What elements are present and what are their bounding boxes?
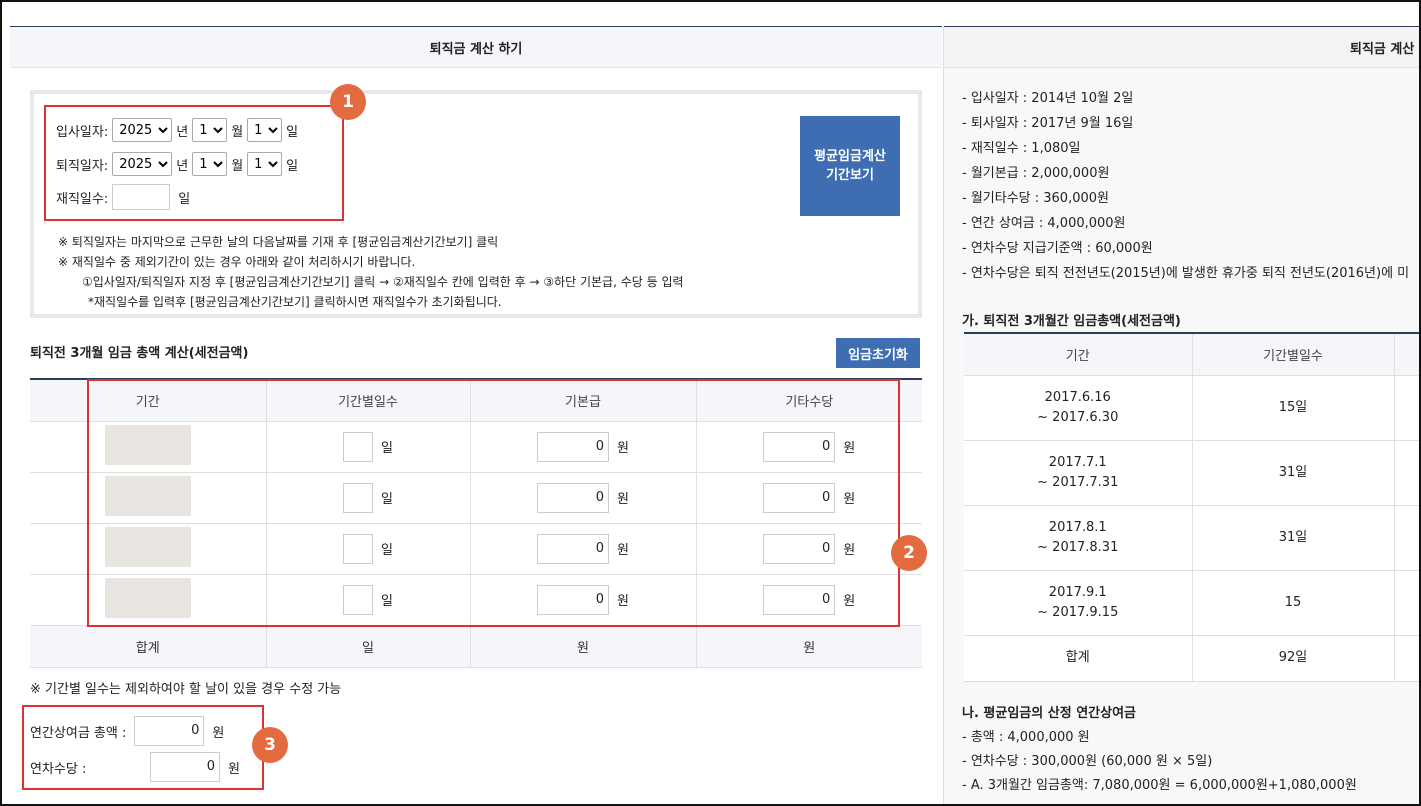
table-row: 2017.8.1 ~ 2017.8.31 31일 [964,505,1419,571]
calculator-title: 퇴직금 계산 하기 [10,26,942,68]
col-days: 기간별일수 [1192,333,1395,376]
table-row: 2017.6.16 ~ 2017.6.30 15일 [964,375,1419,441]
note-3: ①입사일자/퇴직일자 지정 후 [평균임금계산기간보기] 클릭 → ②재직일수 … [82,275,684,289]
example-table: 기간 기간별일수 2017.6.16 ~ 2017.6.30 15일 2017.7… [964,332,1419,682]
extra-cell [1394,635,1419,682]
info-item: - 연차수당은 퇴직 전전년도(2015년)에 발생한 휴가중 퇴직 전년도(2… [962,266,1410,281]
example-info-list: - 입사일자 : 2014년 10월 2일 - 퇴사일자 : 2017년 9월 … [962,86,1409,286]
period-days: 31일 [1192,505,1395,571]
info-item: - 입사일자 : 2014년 10월 2일 [962,91,1134,106]
total-base: 원 [470,625,697,668]
section-title: 퇴직전 3개월 임금 총액 계산(세전금액) [30,346,249,361]
period-start: 2017.9.1 [1048,584,1107,600]
period-start: 2017.8.1 [1048,519,1107,535]
wage-reset-button[interactable]: 임금초기화 [836,338,920,368]
highlight-box-bonus [22,705,264,790]
info-item: - A. 3개월간 임금총액: 7,080,000원 = 6,000,000원+… [962,778,1357,793]
total-label: 합계 [964,635,1193,682]
info-item: - 월기타수당 : 360,000원 [962,191,1109,206]
highlight-box-dates [44,105,344,221]
total-other: 원 [696,625,922,668]
example-title: 퇴직금 계산 [944,26,1419,68]
col-extra [1394,333,1419,376]
example-info-list-2: - 총액 : 4,000,000 원 - 연차수당 : 300,000원 (60… [962,726,1357,798]
step-badge-3: 3 [252,727,288,763]
extra-cell [1394,440,1419,506]
step-badge-1: 1 [330,84,366,120]
col-period: 기간 [964,333,1193,376]
total-label: 합계 [30,625,267,668]
table-total-row: 합계 92일 [964,635,1419,682]
total-days: 92일 [1192,635,1395,682]
info-item: - 연간 상여금 : 4,000,000원 [962,216,1126,231]
period-days: 15 [1192,570,1395,636]
step-badge-2: 2 [891,535,927,571]
example-panel: 퇴직금 계산 - 입사일자 : 2014년 10월 2일 - 퇴사일자 : 20… [943,26,1419,804]
period-end: ~ 2017.9.15 [1037,604,1119,620]
info-item: - 퇴사일자 : 2017년 9월 16일 [962,116,1134,131]
table-header: 기간 기간별일수 [964,333,1419,376]
table-row: 2017.7.1 ~ 2017.7.31 31일 [964,440,1419,506]
info-item: - 월기본급 : 2,000,000원 [962,166,1110,181]
extra-cell [1394,505,1419,571]
instruction-notes: ※ 퇴직일자는 마지막으로 근무한 날의 다음날짜를 기재 후 [평균임금계산기… [58,232,684,312]
period-end: ~ 2017.7.31 [1037,474,1119,490]
period-end: ~ 2017.8.31 [1037,539,1119,555]
period-start: 2017.7.1 [1048,454,1107,470]
section-a-title: 가. 퇴직전 3개월간 임금총액(세전금액) [962,314,1181,329]
info-item: - 재직일수 : 1,080일 [962,141,1081,156]
table-total-row: 합계 일 원 원 [30,625,922,668]
note-4: *재직일수를 입력후 [평균임금계산기간보기] 클릭하시면 재직일수가 초기화됩… [88,295,502,309]
period-end: ~ 2017.6.30 [1037,409,1119,425]
avg-wage-button-line1: 평균임금계산 [814,148,886,164]
extra-cell [1394,375,1419,441]
screenshot-frame: 퇴직금 계산 하기 입사일자: 2025 년 1 월 1 일 퇴직일자: 202… [0,0,1421,806]
period-start: 2017.6.16 [1044,389,1111,405]
extra-cell [1394,570,1419,636]
highlight-box-table [87,379,900,627]
info-item: - 총액 : 4,000,000 원 [962,730,1090,745]
days-edit-note: ※ 기간별 일수는 제외하여야 할 날이 있을 경우 수정 가능 [30,682,342,697]
period-days: 15일 [1192,375,1395,441]
note-1: ※ 퇴직일자는 마지막으로 근무한 날의 다음날짜를 기재 후 [평균임금계산기… [58,235,499,249]
info-item: - 연차수당 지급기준액 : 60,000원 [962,241,1153,256]
info-item: - 연차수당 : 300,000원 (60,000 원 × 5일) [962,754,1213,769]
avg-wage-period-button[interactable]: 평균임금계산 기간보기 [800,116,900,216]
period-days: 31일 [1192,440,1395,506]
section-b-title: 나. 평균임금의 산정 연간상여금 [962,706,1136,721]
table-row: 2017.9.1 ~ 2017.9.15 15 [964,570,1419,636]
note-2: ※ 재직일수 중 제외기간이 있는 경우 아래와 같이 처리하시기 바랍니다. [58,255,416,269]
avg-wage-button-line2: 기간보기 [826,168,874,183]
total-days: 일 [266,625,471,668]
